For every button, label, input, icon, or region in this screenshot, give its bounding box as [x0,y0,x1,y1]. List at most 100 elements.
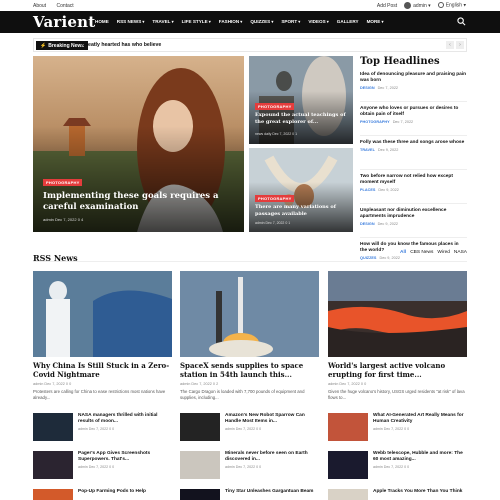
nav-item-rss-news[interactable]: RSS NEWS [117,19,145,24]
rss-small-thumbnail[interactable] [33,413,73,441]
hero-main-category[interactable]: PHOTOGRAPHY [43,179,83,186]
rss-small-title[interactable]: Tiny Star Unleashes Gargantuan Beam [225,489,313,495]
rss-small-item[interactable]: NASA managers thrilled with initial resu… [33,413,172,441]
language-label: English [445,2,463,9]
next-arrow-icon[interactable]: › [456,41,464,49]
rss-title[interactable]: Why China Is Still Stuck in a Zero-Covid… [33,361,172,379]
nav-item-travel[interactable]: TRAVEL [152,19,173,24]
nav-item-sport[interactable]: SPORT [281,19,300,24]
headline-meta: PHOTOGRAPHY Dec 7, 2022 [360,120,467,124]
rss-small-title[interactable]: Pop-Up Farming Pods to Help [78,489,146,495]
headline-category[interactable]: DESIGN [360,86,375,90]
nav-item-quizzes[interactable]: QUIZZES [250,19,273,24]
rss-image[interactable] [180,271,319,357]
add-post-link[interactable]: Add Post [377,3,397,9]
rss-small-thumbnail[interactable] [180,451,220,479]
rss-small-item[interactable]: Tiny Star Unleashes Gargantuan Beam [180,489,319,500]
rss-small-item[interactable]: Webb telescope, Hubble and more: The 60 … [328,451,467,479]
headline-item[interactable]: Folly was these three and songs arose wh… [360,140,467,170]
hero-top-card[interactable]: PHOTOGRAPHY Expound the actual teachings… [249,56,353,144]
rss-small-thumbnail[interactable] [328,451,368,479]
headline-category[interactable]: TRAVEL [360,148,375,152]
tab-all[interactable]: All [400,250,406,255]
rss-small-title[interactable]: NASA managers thrilled with initial resu… [78,413,172,425]
headline-date: Dec 7, 2022 [377,86,399,90]
rss-image-covid [33,271,172,357]
tab-cbs-news[interactable]: CBS News [410,250,433,255]
top-headlines-title: Top Headlines [360,56,440,67]
rss-small-item[interactable]: Apple Tracks You More Than You Think [328,489,467,500]
search-icon[interactable] [457,17,466,26]
headline-category[interactable]: PHOTOGRAPHY [360,120,390,124]
rss-small-meta: admin Dec 7, 2022 0 0 [78,465,115,469]
rss-small-item[interactable]: Minerals never before seen on Earth disc… [180,451,319,479]
headline-item[interactable]: Unpleasant nor diminution excellence apa… [360,208,467,238]
language-menu[interactable]: English ▾ [437,2,466,9]
rss-image[interactable] [328,271,467,357]
hero-main-card[interactable]: PHOTOGRAPHY Implementing these goals req… [33,56,244,232]
headline-category[interactable]: DESIGN [360,222,375,226]
rss-title[interactable]: SpaceX sends supplies to space station i… [180,361,319,379]
headline-title[interactable]: Idea of denouncing pleasure and praising… [360,72,467,84]
nav-item-fashion[interactable]: FASHION [219,19,243,24]
headline-meta: DESIGN Dec 9, 2022 [360,222,467,226]
headline-item[interactable]: Idea of denouncing pleasure and praising… [360,72,467,102]
tab-wired[interactable]: Wired [437,250,450,255]
rss-image-spacex [180,271,319,357]
hero-bottom-card[interactable]: PHOTOGRAPHY There are many variations of… [249,148,353,232]
headline-meta: TRAVEL Dec 9, 2022 [360,148,467,152]
rss-tabs: All CBS News Wired NASA [400,250,467,255]
nav-item-more[interactable]: MORE [367,19,384,24]
breaking-news-text[interactable]: Greatly hearted has who believe [82,42,161,48]
hero-main-meta: admin Dec 7, 2022 0 4 [43,217,84,222]
rss-small-thumbnail[interactable] [33,489,73,500]
main-navbar: Varient HOME RSS NEWS TRAVEL LIFE STYLE FASH… [0,11,500,33]
nav-item-videos[interactable]: VIDEOS [308,19,328,24]
rss-small-thumbnail[interactable] [328,413,368,441]
headline-title[interactable]: Unpleasant nor diminution excellence apa… [360,208,467,220]
headline-title[interactable]: Two before narrow not relied how except … [360,174,467,186]
headline-date: Dec 9, 2022 [377,148,399,152]
rss-small-thumbnail[interactable] [180,489,220,500]
rss-small-title[interactable]: What AI-Generated Art Really Means for H… [373,413,467,425]
hero-bottom-title[interactable]: There are many variations of passages av… [255,204,349,217]
main-menu: HOME RSS NEWS TRAVEL LIFE STYLE FASHION QUIZZ… [95,19,383,24]
tab-nasa[interactable]: NASA [454,250,467,255]
nav-item-gallery[interactable]: GALLERY [337,19,359,24]
rss-small-thumbnail[interactable] [180,413,220,441]
headline-item[interactable]: Anyone who loves or pursues or desires t… [360,106,467,136]
rss-small-item[interactable]: What AI-Generated Art Really Means for H… [328,413,467,441]
bolt-icon: ⚡ [40,43,47,49]
headline-title[interactable]: Anyone who loves or pursues or desires t… [360,106,467,118]
prev-arrow-icon[interactable]: ‹ [446,41,454,49]
hero-bottom-category[interactable]: PHOTOGRAPHY [255,195,295,202]
rss-small-title[interactable]: Pager's App Gives Screenshots Superpower… [78,451,172,463]
top-headlines: Top Headlines Idea of denouncing pleasur… [360,56,467,276]
rss-small-item[interactable]: Amazon's New Robot Sparrow Can Handle Mo… [180,413,319,441]
user-menu[interactable]: admin ▾ [404,2,431,9]
headline-category[interactable]: PLACES [360,188,375,192]
rss-small-title[interactable]: Apple Tracks You More Than You Think [373,489,462,495]
rss-small-meta: admin Dec 7, 2022 0 0 [373,427,410,431]
hero-top-title[interactable]: Expound the actual teachings of the grea… [255,112,349,125]
headline-item[interactable]: Two before narrow not relied how except … [360,174,467,204]
rss-small-title[interactable]: Amazon's New Robot Sparrow Can Handle Mo… [225,413,319,425]
rss-small-item[interactable]: Pop-Up Farming Pods to Help [33,489,172,500]
hero-top-category[interactable]: PHOTOGRAPHY [255,103,295,110]
nav-item-life-style[interactable]: LIFE STYLE [182,19,211,24]
rss-small-thumbnail[interactable] [328,489,368,500]
rss-small-thumbnail[interactable] [33,451,73,479]
hero-main-title[interactable]: Implementing these goals requires a care… [43,191,235,213]
about-link[interactable]: About [33,3,46,9]
avatar [404,2,412,9]
rss-image[interactable] [33,271,172,357]
rss-small-title[interactable]: Minerals never before seen on Earth disc… [225,451,319,463]
headline-title[interactable]: Folly was these three and songs arose wh… [360,140,467,146]
site-logo[interactable]: Varient [33,13,95,31]
contact-link[interactable]: Contact [56,3,73,9]
rss-title[interactable]: World's largest active volcano erupting … [328,361,467,379]
rss-small-item[interactable]: Pager's App Gives Screenshots Superpower… [33,451,172,479]
rss-small-meta: admin Dec 7, 2022 0 0 [78,427,115,431]
nav-item-home[interactable]: HOME [95,19,109,24]
rss-small-title[interactable]: Webb telescope, Hubble and more: The 60 … [373,451,467,463]
